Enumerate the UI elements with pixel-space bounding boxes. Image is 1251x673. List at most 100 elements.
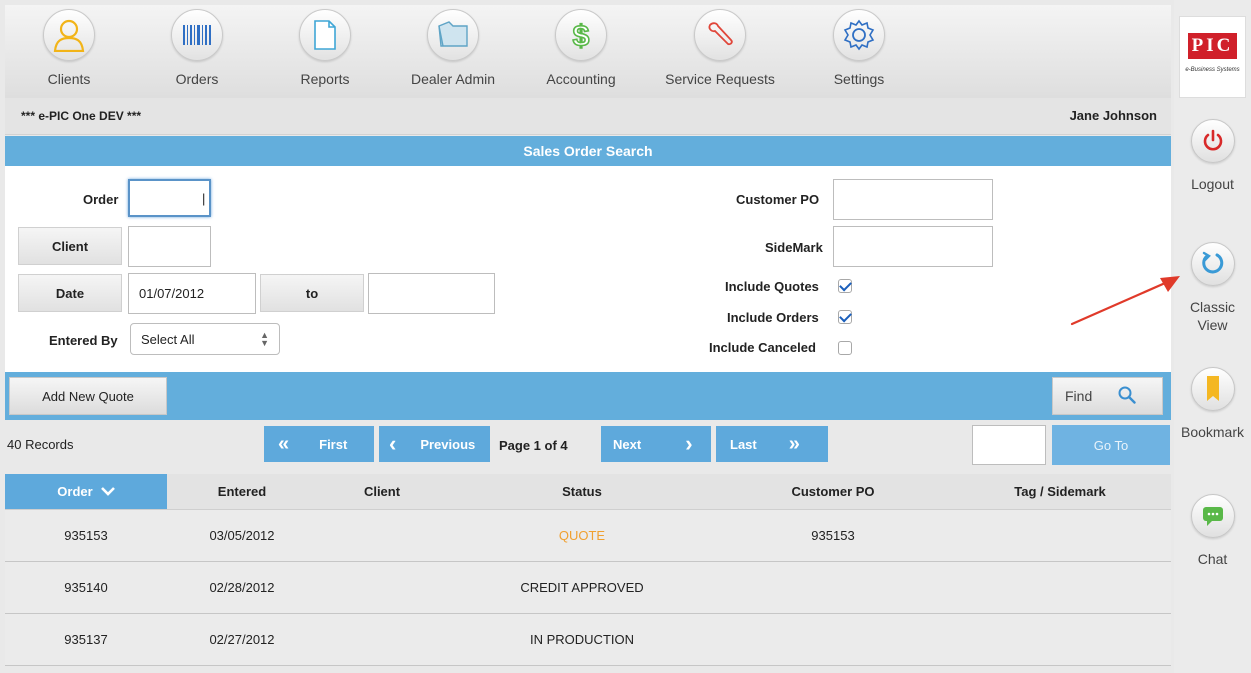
column-header-status[interactable]: Status <box>447 474 717 509</box>
nav-service-requests[interactable]: Service Requests <box>645 5 795 98</box>
logout-label: Logout <box>1191 176 1234 192</box>
svg-text:$: $ <box>573 20 590 51</box>
entered-by-value: Select All <box>141 331 195 347</box>
customer-po-field[interactable] <box>833 179 993 220</box>
logo-tagline: e-Business Systems <box>1185 67 1240 73</box>
customer-po-label: Customer PO <box>736 192 820 207</box>
logout-button[interactable]: Logout <box>1174 119 1251 193</box>
column-header-entered[interactable]: Entered <box>167 474 317 509</box>
classic-label-line-1: Classic <box>1189 299 1236 315</box>
nav-label: Service Requests <box>665 71 775 87</box>
nav-reports[interactable]: Reports <box>261 5 389 98</box>
gear-icon <box>833 9 885 61</box>
cell-customer-po <box>717 562 949 613</box>
barcode-icon <box>171 9 223 61</box>
include-quotes-checkbox[interactable] <box>838 279 852 293</box>
sidemark-label: SideMark <box>765 240 823 255</box>
double-chevron-left-icon: « <box>278 432 290 455</box>
cell-client <box>317 562 447 613</box>
person-icon <box>43 9 95 61</box>
cell-status: IN PRODUCTION <box>530 632 634 647</box>
column-header-label: Order <box>57 484 93 499</box>
refresh-icon <box>1190 242 1235 286</box>
order-label: Order <box>83 192 119 207</box>
chevron-right-icon: › <box>685 431 693 456</box>
chat-label: Chat <box>1197 551 1228 567</box>
page-title: Sales Order Search <box>5 136 1171 166</box>
client-button[interactable]: Client <box>18 227 122 265</box>
find-label: Find <box>1065 388 1093 404</box>
date-button[interactable]: Date <box>18 274 122 312</box>
include-orders-checkbox[interactable] <box>838 310 852 324</box>
nav-label: Orders <box>175 71 219 87</box>
next-page-button[interactable]: Next › <box>601 426 711 462</box>
environment-name: *** e-PIC One DEV *** <box>21 109 142 123</box>
date-from-field[interactable]: 01/07/2012 <box>128 273 256 314</box>
cell-status: CREDIT APPROVED <box>520 580 644 595</box>
column-header-order[interactable]: Order <box>5 474 167 509</box>
environment-bar: *** e-PIC One DEV *** Jane Johnson <box>5 98 1171 135</box>
last-page-button[interactable]: Last » <box>716 426 828 462</box>
goto-button[interactable]: Go To <box>1052 425 1170 465</box>
records-count: 40 Records <box>7 437 74 452</box>
find-button[interactable]: Find <box>1052 377 1163 415</box>
app-window: Clients Orders Reports Dealer Admin $ Ac… <box>0 0 1251 673</box>
double-chevron-right-icon: » <box>788 432 800 455</box>
cell-order: 935140 <box>64 580 108 595</box>
nav-label: Clients <box>47 71 91 87</box>
entered-by-label: Entered By <box>49 333 118 348</box>
column-header-customer-po[interactable]: Customer PO <box>717 474 949 509</box>
search-form: Order | Client Date 01/07/2012 to Entere… <box>5 166 1171 372</box>
column-header-client[interactable]: Client <box>317 474 447 509</box>
cell-entered: 02/27/2012 <box>209 632 275 647</box>
last-label: Last <box>730 436 757 452</box>
select-updown-icon: ▲ ▼ <box>260 330 269 348</box>
cell-entered: 03/05/2012 <box>209 528 275 543</box>
action-bar: Add New Quote Find <box>5 372 1171 420</box>
include-quotes-label: Include Quotes <box>725 279 819 294</box>
cell-customer-po: 935153 <box>811 528 855 543</box>
goto-page-field[interactable] <box>972 425 1046 465</box>
classic-view-button[interactable]: Classic View <box>1174 242 1251 334</box>
page-indicator: Page 1 of 4 <box>499 438 568 453</box>
entered-by-select[interactable]: Select All ▲ ▼ <box>130 323 280 355</box>
include-canceled-checkbox[interactable] <box>838 341 852 355</box>
cell-tag <box>949 510 1171 561</box>
bookmark-button[interactable]: Bookmark <box>1174 367 1251 441</box>
add-new-quote-button[interactable]: Add New Quote <box>9 377 167 415</box>
first-page-button[interactable]: « First <box>264 426 374 462</box>
nav-label: Accounting <box>546 71 616 87</box>
nav-label: Settings <box>833 71 885 87</box>
wrench-icon <box>694 9 746 61</box>
user-name: Jane Johnson <box>1069 108 1157 123</box>
table-row[interactable]: 935140 02/28/2012 CREDIT APPROVED <box>5 562 1171 614</box>
right-rail: PIC e-Business Systems Logout Classic Vie… <box>1174 0 1251 673</box>
search-icon <box>1118 386 1136 407</box>
table-row[interactable]: 935137 02/27/2012 IN PRODUCTION <box>5 614 1171 666</box>
nav-clients[interactable]: Clients <box>5 5 133 98</box>
logo-mark: PIC <box>1187 33 1238 59</box>
date-to-button[interactable]: to <box>260 274 364 312</box>
folder-icon <box>427 9 479 61</box>
date-to-field[interactable] <box>368 273 495 314</box>
cell-order: 935137 <box>64 632 108 647</box>
order-field[interactable]: | <box>128 179 211 217</box>
column-header-tag-sidemark[interactable]: Tag / Sidemark <box>949 474 1171 509</box>
cell-status: QUOTE <box>558 528 606 543</box>
nav-dealer-admin[interactable]: Dealer Admin <box>389 5 517 98</box>
top-nav: Clients Orders Reports Dealer Admin $ Ac… <box>5 5 1171 98</box>
client-field[interactable] <box>128 226 211 267</box>
sidemark-field[interactable] <box>833 226 993 267</box>
nav-orders[interactable]: Orders <box>133 5 261 98</box>
bookmark-label: Bookmark <box>1180 424 1245 440</box>
table-row[interactable]: 935153 03/05/2012 QUOTE 935153 <box>5 510 1171 562</box>
cell-client <box>317 510 447 561</box>
previous-page-button[interactable]: ‹ Previous <box>379 426 490 462</box>
bookmark-icon <box>1190 367 1235 411</box>
nav-accounting[interactable]: $ Accounting <box>517 5 645 98</box>
results-table: Order Entered Client Status Customer PO … <box>5 474 1171 666</box>
chat-button[interactable]: Chat <box>1174 494 1251 568</box>
cell-tag <box>949 614 1171 665</box>
cell-customer-po <box>717 614 949 665</box>
nav-settings[interactable]: Settings <box>795 5 923 98</box>
